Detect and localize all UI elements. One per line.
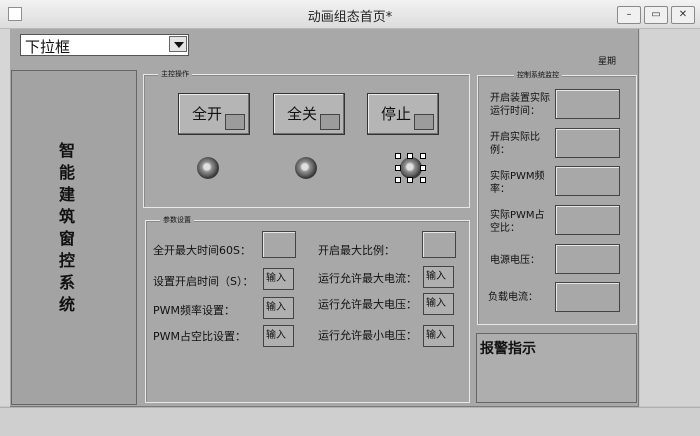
close-all-button[interactable]: 全关 [273,93,345,135]
pwm-frequency-input[interactable]: 输入框 [263,297,294,319]
runtime-display [555,89,620,119]
selection-handle[interactable] [407,153,413,159]
max-voltage-input[interactable]: 输入框 [423,293,454,315]
title-bar: 动画组态首页* – ▭ ✕ [0,0,700,29]
monitor-label: 开启装置实际运行时间： [490,93,550,117]
selection-handle[interactable] [395,165,401,171]
monitor-label: 开启实际比例： [490,132,540,156]
window-left-border [0,29,10,406]
maximize-icon[interactable]: ▭ [644,6,668,24]
system-title-char: 窗 [58,229,75,248]
open-ratio-display [555,128,620,158]
window-title: 动画组态首页* [307,10,393,25]
param-label: 设置开启时间（S）： [153,275,254,288]
max-open-time-box[interactable] [262,231,296,258]
indicator-square [414,114,434,130]
system-title-char: 建 [58,185,75,204]
monitor-label: 电源电压： [490,255,540,266]
selection-handle[interactable] [407,177,413,183]
system-title-char: 统 [58,295,75,314]
close-indicator-lamp [295,157,317,179]
system-title: 智 能 建 筑 窗 控 系 统 [52,140,82,316]
close-icon[interactable]: ✕ [671,6,695,24]
indicator-square [225,114,245,130]
alarm-panel: 报警指示 [476,333,637,403]
param-label: PWM频率设置： [153,304,236,317]
minimize-icon[interactable]: – [617,6,641,24]
stop-indicator-lamp[interactable] [400,157,422,179]
app-window: 动画组态首页* – ▭ ✕ 下拉框 星期 智 能 建 筑 窗 控 系 统 主控操… [0,0,700,436]
selection-handle[interactable] [420,177,426,183]
selection-handle[interactable] [395,153,401,159]
weekday-label: 星期 [598,57,617,67]
indicator-square [320,114,340,130]
pwm-duty-display [555,205,620,235]
pwm-frequency-display [555,166,620,196]
selection-handle[interactable] [420,165,426,171]
group-title: 控制系统监控 [514,70,562,80]
param-label: 全开最大时间60S： [153,244,251,257]
max-current-input[interactable]: 输入框 [423,266,454,288]
param-label: 开启最大比例： [318,244,395,257]
param-label: 运行允许最小电压： [318,329,417,342]
alarm-title: 报警指示 [480,341,536,357]
system-title-char: 控 [58,251,75,270]
system-title-char: 筑 [58,207,75,226]
open-time-input[interactable]: 输入框 [263,268,294,290]
selection-handle[interactable] [420,153,426,159]
open-indicator-lamp [197,157,219,179]
param-label: PWM占空比设置： [153,330,247,343]
group-title: 主控操作 [158,69,192,79]
selection-handle[interactable] [395,177,401,183]
system-title-char: 智 [58,141,75,160]
combo-value: 下拉框 [25,38,71,56]
chevron-down-icon[interactable] [169,36,187,52]
horizontal-scrollbar-area[interactable] [0,407,700,436]
monitor-label: 实际PWM频率： [490,171,545,195]
window-right-area [640,29,700,406]
system-title-char: 能 [58,163,75,182]
group-title: 参数设置 [160,215,194,225]
monitor-label: 负载电流： [488,292,538,303]
open-all-button[interactable]: 全开 [178,93,250,135]
combo-box[interactable]: 下拉框 [20,34,189,56]
load-current-display [555,282,620,312]
system-title-char: 系 [58,273,75,292]
min-voltage-input[interactable]: 输入框 [423,325,454,347]
stop-button[interactable]: 停止 [367,93,439,135]
monitor-label: 实际PWM占空比： [490,210,545,234]
param-label: 运行允许最大电压： [318,298,417,311]
pwm-duty-input[interactable]: 输入框 [263,325,294,347]
supply-voltage-display [555,244,620,274]
max-open-ratio-box[interactable] [422,231,456,258]
param-label: 运行允许最大电流： [318,272,417,285]
